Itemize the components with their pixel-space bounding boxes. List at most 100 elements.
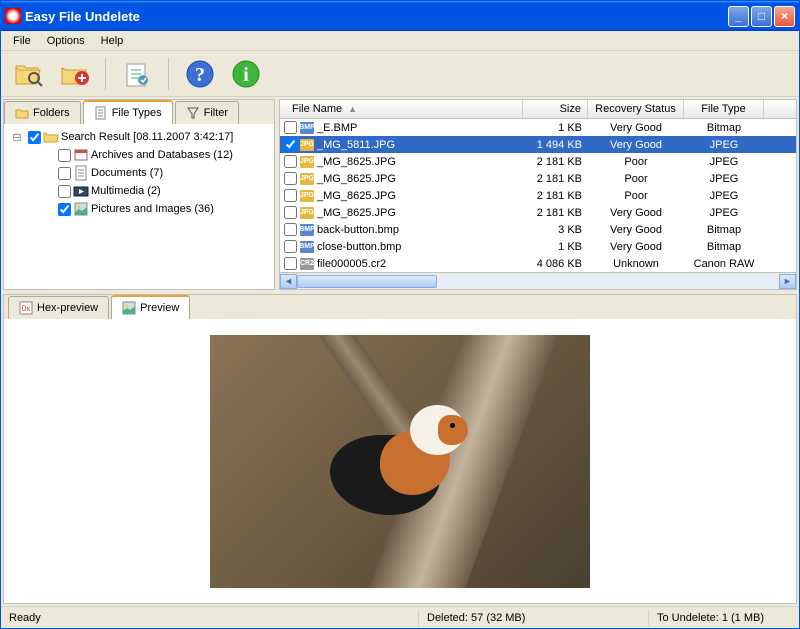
file-name: _MG_8625.JPG	[317, 173, 396, 185]
file-checkbox[interactable]	[284, 223, 297, 236]
file-row[interactable]: CR2 file000005.cr2 4 086 KB Unknown Cano…	[280, 255, 796, 272]
file-checkbox[interactable]	[284, 189, 297, 202]
tree-content[interactable]: ⊟ Search Result [08.11.2007 3:42:17] Arc…	[4, 124, 274, 289]
tree-item-label: Archives and Databases (12)	[91, 149, 233, 161]
file-type: Bitmap	[684, 121, 764, 135]
bmp-icon: BMP	[300, 241, 314, 253]
col-name[interactable]: File Name▲	[280, 100, 523, 118]
tree-root-checkbox[interactable]	[28, 131, 41, 144]
upper-split: Folders File Types Filter ⊟	[1, 97, 799, 292]
file-name: _MG_8625.JPG	[317, 156, 396, 168]
image-icon	[122, 301, 136, 315]
category-icon	[73, 165, 89, 181]
tree-item-checkbox[interactable]	[58, 185, 71, 198]
undelete-button[interactable]	[55, 55, 93, 93]
file-row[interactable]: JPG _MG_8625.JPG 2 181 KB Very Good JPEG	[280, 204, 796, 221]
tab-preview[interactable]: Preview	[111, 295, 190, 319]
file-status: Very Good	[588, 121, 684, 135]
file-row[interactable]: JPG _MG_8625.JPG 2 181 KB Poor JPEG	[280, 187, 796, 204]
file-size: 2 181 KB	[523, 155, 588, 169]
file-checkbox[interactable]	[284, 257, 297, 270]
file-checkbox[interactable]	[284, 172, 297, 185]
category-icon	[73, 147, 89, 163]
tree-panel: Folders File Types Filter ⊟	[3, 99, 275, 290]
tree-item[interactable]: Multimedia (2)	[8, 182, 270, 200]
tab-folders-label: Folders	[33, 107, 70, 119]
filter-icon	[186, 106, 200, 120]
tree-item-checkbox[interactable]	[58, 149, 71, 162]
file-row[interactable]: JPG _MG_5811.JPG 1 494 KB Very Good JPEG	[280, 136, 796, 153]
file-types-icon	[94, 106, 108, 120]
scroll-track[interactable]	[297, 274, 779, 289]
col-size[interactable]: Size	[523, 100, 588, 118]
tab-hex-preview[interactable]: 0x Hex-preview	[8, 296, 109, 319]
file-checkbox[interactable]	[284, 121, 297, 134]
file-checkbox[interactable]	[284, 138, 297, 151]
file-status: Poor	[588, 155, 684, 169]
tree-item[interactable]: Pictures and Images (36)	[8, 200, 270, 218]
maximize-button[interactable]: □	[751, 6, 772, 27]
scroll-right-button[interactable]: ►	[779, 274, 796, 289]
file-row[interactable]: JPG _MG_8625.JPG 2 181 KB Poor JPEG	[280, 153, 796, 170]
scroll-thumb[interactable]	[297, 275, 437, 288]
scan-button[interactable]	[9, 55, 47, 93]
folder-search-icon	[12, 58, 44, 90]
col-type[interactable]: File Type	[684, 100, 764, 118]
help-button[interactable]: ?	[181, 55, 219, 93]
file-checkbox[interactable]	[284, 206, 297, 219]
bmp-icon: BMP	[300, 224, 314, 236]
file-size: 1 KB	[523, 121, 588, 135]
minimize-button[interactable]: _	[728, 6, 749, 27]
file-header: File Name▲ Size Recovery Status File Typ…	[279, 99, 797, 119]
menu-file[interactable]: File	[5, 33, 39, 49]
file-row[interactable]: BMP back-button.bmp 3 KB Very Good Bitma…	[280, 221, 796, 238]
svg-text:i: i	[243, 64, 249, 86]
info-icon: i	[230, 58, 262, 90]
folder-icon	[15, 106, 29, 120]
tab-folders[interactable]: Folders	[4, 101, 81, 124]
close-button[interactable]: ×	[774, 6, 795, 27]
tree-root-label: Search Result [08.11.2007 3:42:17]	[61, 131, 233, 143]
file-type: Canon RAW	[684, 257, 764, 271]
cr2-icon: CR2	[300, 258, 314, 270]
tab-hex-label: Hex-preview	[37, 302, 98, 314]
file-name: file000005.cr2	[317, 258, 386, 270]
file-list[interactable]: BMP _E.BMP 1 KB Very Good Bitmap JPG _MG…	[279, 119, 797, 273]
tree-root[interactable]: ⊟ Search Result [08.11.2007 3:42:17]	[8, 128, 270, 146]
col-status[interactable]: Recovery Status	[588, 100, 684, 118]
titlebar[interactable]: Easy File Undelete _ □ ×	[1, 1, 799, 31]
tree-item-label: Documents (7)	[91, 167, 163, 179]
tree-item-checkbox[interactable]	[58, 203, 71, 216]
file-row[interactable]: BMP _E.BMP 1 KB Very Good Bitmap	[280, 119, 796, 136]
file-status: Poor	[588, 172, 684, 186]
toolbar: ? i	[1, 51, 799, 97]
about-button[interactable]: i	[227, 55, 265, 93]
horizontal-scrollbar[interactable]: ◄ ►	[279, 273, 797, 290]
folder-open-icon	[43, 129, 59, 145]
tree-item[interactable]: Archives and Databases (12)	[8, 146, 270, 164]
settings-button[interactable]	[118, 55, 156, 93]
folder-plus-icon	[58, 58, 90, 90]
tree-item[interactable]: Documents (7)	[8, 164, 270, 182]
file-type: Bitmap	[684, 240, 764, 254]
statusbar: Ready Deleted: 57 (32 MB) To Undelete: 1…	[1, 606, 799, 628]
file-row[interactable]: BMP close-button.bmp 1 KB Very Good Bitm…	[280, 238, 796, 255]
scroll-left-button[interactable]: ◄	[280, 274, 297, 289]
file-checkbox[interactable]	[284, 155, 297, 168]
tree-item-checkbox[interactable]	[58, 167, 71, 180]
file-name: _MG_8625.JPG	[317, 190, 396, 202]
file-status: Poor	[588, 189, 684, 203]
category-icon	[73, 183, 89, 199]
jpg-icon: JPG	[300, 156, 314, 168]
menu-help[interactable]: Help	[93, 33, 132, 49]
file-checkbox[interactable]	[284, 240, 297, 253]
tab-file-types[interactable]: File Types	[83, 100, 173, 124]
menu-options[interactable]: Options	[39, 33, 93, 49]
file-size: 3 KB	[523, 223, 588, 237]
file-row[interactable]: JPG _MG_8625.JPG 2 181 KB Poor JPEG	[280, 170, 796, 187]
tab-filter[interactable]: Filter	[175, 101, 239, 124]
file-type: JPEG	[684, 155, 764, 169]
settings-icon	[121, 58, 153, 90]
tree-collapse-icon[interactable]: ⊟	[8, 131, 26, 144]
left-tab-bar: Folders File Types Filter	[4, 100, 274, 124]
